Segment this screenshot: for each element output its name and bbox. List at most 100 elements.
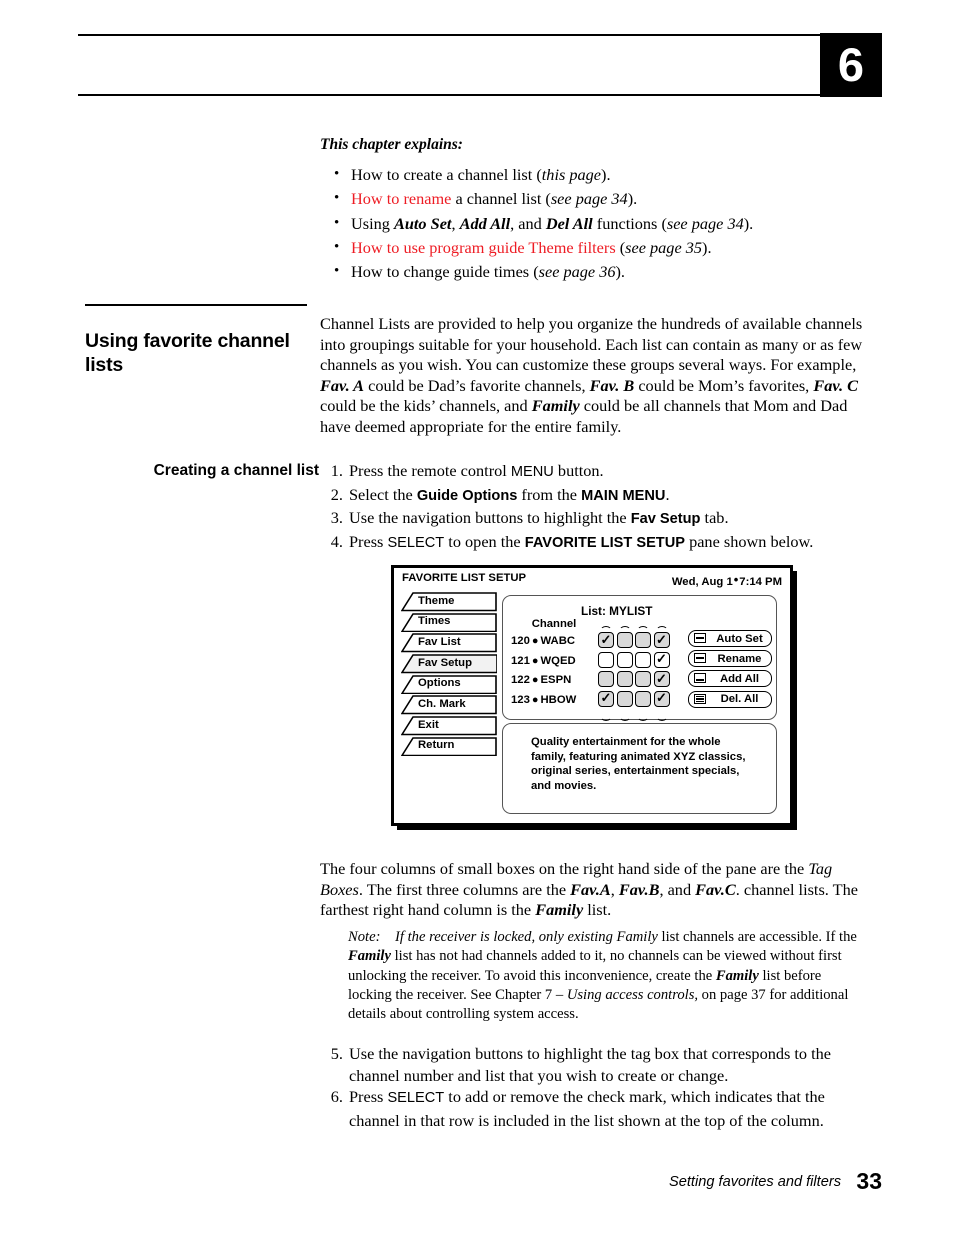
chevron-down-icon[interactable]	[654, 711, 673, 721]
tag-box-fav-c[interactable]	[635, 671, 651, 687]
bullet-dot-icon: ●	[531, 654, 539, 667]
header-rule-top	[78, 34, 820, 36]
tab-options[interactable]: Options	[401, 674, 497, 695]
channel-rows: 120 ● WABC 121 ● WQED 122 ● ESPN 123 ● HBOW	[511, 632, 576, 710]
tag-box-family[interactable]: ✓	[653, 632, 670, 648]
tag-box-fav-b[interactable]	[616, 651, 633, 668]
check-icon: ✓	[656, 690, 667, 705]
channel-number: 123	[511, 693, 530, 706]
tag-box-fav-b[interactable]	[616, 671, 633, 687]
active-list-label: List: MYLIST	[581, 604, 653, 618]
list-item: How to use program guide Theme filters (…	[320, 235, 880, 260]
tag-box-family[interactable]: ✓	[653, 670, 670, 687]
tab-label: Exit	[418, 718, 439, 731]
del-all-button[interactable]: Del. All	[688, 690, 772, 708]
channel-number: 120	[511, 635, 530, 647]
list-item: 1. Press the remote control MENU button.	[324, 460, 869, 484]
bullet-dot-icon: ●	[531, 693, 539, 706]
channel-description-card: Quality entertainment for the whole fami…	[502, 723, 777, 814]
note-label: Note:	[348, 929, 381, 945]
favorite-list-setup-figure: FAVORITE LIST SETUP Wed, Aug 1•7:14 PM T…	[391, 565, 797, 830]
tab-times[interactable]: Times	[401, 612, 497, 633]
check-icon: ✓	[656, 651, 667, 666]
section-divider	[85, 304, 307, 306]
channel-number: 121	[511, 654, 530, 667]
rename-button[interactable]: Rename	[688, 650, 772, 668]
tab-fav-setup[interactable]: Fav Setup	[401, 654, 497, 674]
auto-set-button[interactable]: Auto Set	[688, 630, 772, 647]
tab-label: Fav Setup	[418, 656, 472, 669]
tag-box-fav-b[interactable]	[616, 632, 633, 648]
tag-box-fav-c[interactable]	[635, 690, 651, 707]
tab-shape-icon	[401, 716, 497, 736]
steps-list-first: 1. Press the remote control MENU button. …	[324, 460, 869, 554]
tab-label: Return	[418, 739, 455, 752]
minus-bar-icon	[694, 633, 706, 643]
list-item: Using Auto Set, Add All, and Del All fun…	[320, 211, 880, 236]
table-row: 123 ● HBOW	[511, 691, 576, 711]
figure-date: Wed, Aug 1	[671, 576, 733, 588]
page-footer: Setting favorites and filters 33	[0, 1168, 954, 1202]
list-item: How to create a channel list (this page)…	[320, 162, 880, 187]
intro-title: This chapter explains:	[320, 136, 463, 153]
button-label: Rename	[717, 652, 762, 665]
figure-frame: FAVORITE LIST SETUP Wed, Aug 1•7:14 PM T…	[391, 565, 793, 826]
figure-title: FAVORITE LIST SETUP	[402, 572, 527, 584]
channel-description-text: Quality entertainment for the whole fami…	[531, 736, 746, 792]
minus-bar-icon	[694, 653, 706, 664]
check-icon: ✓	[600, 690, 612, 705]
table-row: 120 ● WABC	[511, 632, 576, 652]
tag-box-fav-a[interactable]: ✓	[598, 690, 614, 707]
add-all-button[interactable]: Add All	[688, 670, 772, 688]
subsection-title: Creating a channel list	[153, 462, 319, 479]
step-number: 4.	[330, 531, 343, 551]
tag-box-fav-a[interactable]	[598, 651, 614, 668]
list-item: How to rename a channel list (see page 3…	[320, 186, 880, 211]
list-item: How to change guide times (see page 36).	[320, 259, 880, 284]
tag-box-row: ✓ ✓	[598, 632, 672, 652]
note-block: Note: If the receiver is locked, only ex…	[348, 929, 857, 1023]
tag-box-fav-c[interactable]	[635, 651, 651, 668]
button-label: Del. All	[720, 693, 759, 706]
table-row: 121 ● WQED	[511, 652, 576, 672]
tag-box-grid: ✓ ✓ ✓ ✓ ✓ ✓	[598, 632, 672, 710]
tag-box-fav-b[interactable]	[616, 690, 633, 707]
step-number: 2.	[330, 484, 343, 504]
page-number: 33	[856, 1168, 882, 1194]
tag-box-fav-a[interactable]: ✓	[598, 632, 614, 648]
running-head: Setting favorites and filters	[669, 1174, 841, 1190]
tag-box-family[interactable]: ✓	[653, 690, 670, 707]
tag-box-fav-a[interactable]	[598, 671, 614, 687]
tab-fav-list[interactable]: Fav List	[401, 633, 497, 653]
tab-ch-mark[interactable]: Ch. Mark	[401, 695, 497, 715]
step-number: 6.	[330, 1087, 343, 1107]
scroll-down-arrows[interactable]	[598, 711, 673, 721]
chevron-down-icon[interactable]	[598, 711, 617, 721]
tab-return[interactable]: Return	[401, 736, 497, 757]
tab-exit[interactable]: Exit	[401, 716, 497, 736]
tab-theme[interactable]: Theme	[401, 592, 497, 612]
list-item: 4. Press SELECT to open the FAVORITE LIST…	[324, 531, 869, 555]
list-item: 5. Use the navigation buttons to highligh…	[324, 1043, 872, 1086]
check-icon: ✓	[656, 670, 667, 686]
list-item: 6. Press SELECT to add or remove the chec…	[324, 1086, 872, 1131]
chevron-down-icon[interactable]	[635, 711, 654, 721]
channel-name: WQED	[540, 654, 576, 667]
button-label: Add All	[719, 672, 760, 685]
intro-bullet-list: How to create a channel list (this page)…	[320, 162, 880, 284]
channel-tag-card: List: MYLIST Channel 120 ● WABC 121 ● WQED 1…	[502, 595, 777, 721]
figure-action-buttons: Auto Set Rename Add All Del. All	[688, 630, 772, 711]
section-title: Using favorite channel lists	[85, 330, 290, 377]
steps-list-second: 5. Use the navigation buttons to highligh…	[324, 1043, 872, 1131]
step-number: 5.	[330, 1044, 343, 1063]
button-label: Auto Set	[716, 632, 763, 645]
channel-name: HBOW	[540, 693, 577, 706]
step-number: 3.	[330, 508, 343, 528]
chapter-intro: This chapter explains: How to create a c…	[320, 136, 880, 284]
tab-label: Theme	[418, 594, 455, 607]
tag-box-fav-c[interactable]	[635, 632, 651, 648]
tag-boxes-paragraph: The four columns of small boxes on the r…	[320, 859, 858, 920]
channel-column-header: Channel	[531, 618, 577, 630]
tag-box-family[interactable]: ✓	[653, 651, 670, 668]
chevron-down-icon[interactable]	[617, 711, 636, 721]
